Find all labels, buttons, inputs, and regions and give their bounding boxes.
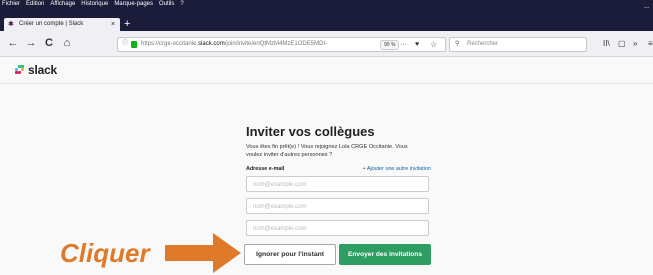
search-placeholder: Rechercher [467,41,499,47]
address-bar[interactable]: ⓘ https://crge-occitanie.slack.com/join/… [117,37,446,52]
reload-button[interactable]: C [42,31,56,56]
overflow-menu-icon[interactable]: » [633,31,637,56]
sidebar-icon[interactable]: ▢ [618,31,626,56]
url-text[interactable]: https://crge-occitanie.slack.com/join/in… [141,38,366,51]
email-field-3[interactable]: nom@example.com [246,220,429,236]
menu-edition[interactable]: Édition [23,0,47,8]
button-row: Ignorer pour l'instant Envoyer des invit… [244,244,431,265]
menu-historique[interactable]: Historique [78,0,111,8]
page-title: Inviter vos collègues [246,124,375,139]
search-box[interactable]: ⚲ Rechercher [449,37,587,52]
page-actions-icon[interactable]: ··· [400,38,407,51]
invite-form: Inviter vos collègues Vous êtes fin prêt… [246,124,436,236]
pocket-icon[interactable]: ♥ [415,38,419,51]
navigation-bar: ← → C ⌂ ⓘ https://crge-occitanie.slack.c… [0,31,653,57]
tab-bar: ✱ Créer un compte | Slack × + [0,8,653,31]
slack-wordmark: slack [28,63,58,77]
menu-outils[interactable]: Outils [156,0,177,8]
email-label: Adresse e-mail [246,166,285,172]
slack-favicon-icon: ✱ [8,20,14,28]
page-description: Vous êtes fin prêt(e) ! Vous rejoignez L… [246,144,408,158]
skip-button[interactable]: Ignorer pour l'instant [244,244,336,265]
header-divider [0,83,653,84]
bookmark-star-icon[interactable]: ☆ [430,38,437,51]
lock-icon [131,41,137,48]
library-icon[interactable]: II\ [603,31,610,56]
new-tab-button[interactable]: + [124,18,130,31]
send-invitations-button[interactable]: Envoyer des invitations [339,244,431,265]
zoom-level[interactable]: 90 % [380,40,400,50]
info-icon[interactable]: ⓘ [122,38,128,51]
forward-button[interactable]: → [24,31,38,56]
add-invitation-link[interactable]: + Ajouter une autre invitation [363,166,431,172]
slack-logo[interactable]: slack [15,63,57,77]
menu-fichier[interactable]: Fichier [0,0,23,8]
menu-help[interactable]: ? [177,0,186,8]
slack-logo-icon [15,65,25,75]
menu-affichage[interactable]: Affichage [47,0,78,8]
hamburger-menu-icon[interactable]: ≡ [648,31,653,56]
back-button[interactable]: ← [6,31,20,56]
email-field-1[interactable]: nom@example.com [246,176,429,192]
annotation-label: Cliquer [60,238,150,268]
email-field-2[interactable]: nom@example.com [246,198,429,214]
close-tab-icon[interactable]: × [109,18,117,31]
annotation-arrow-icon [165,233,241,273]
menu-bar: Fichier Édition Affichage Historique Marque-… [0,0,653,8]
page-content: slack Inviter vos collègues Vous êtes fi… [0,57,653,275]
home-button[interactable]: ⌂ [60,31,74,56]
menu-marque-pages[interactable]: Marque-pages [111,0,156,8]
tab-title: Créer un compte | Slack [19,21,84,27]
search-icon: ⚲ [455,41,460,47]
tab-create-account[interactable]: ✱ Créer un compte | Slack × [4,18,120,31]
